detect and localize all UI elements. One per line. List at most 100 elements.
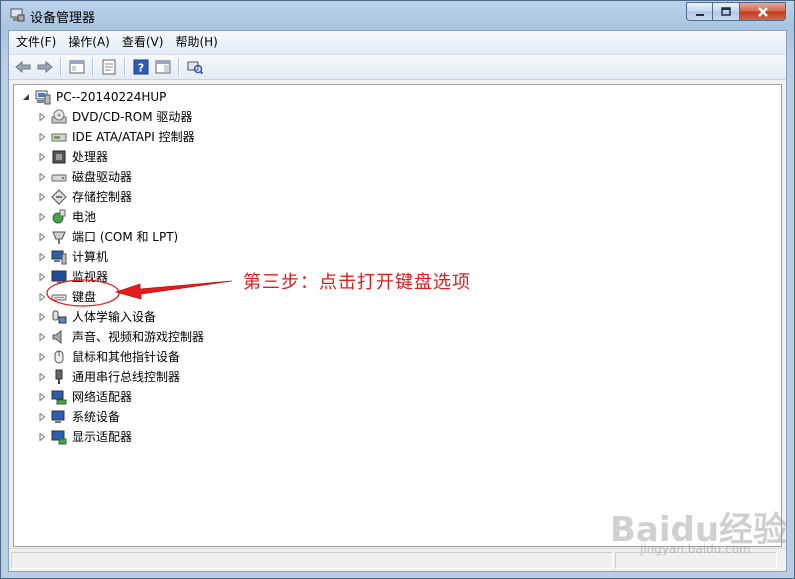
tree-item-mouse[interactable]: 鼠标和其他指针设备 bbox=[36, 348, 181, 366]
menu-file[interactable]: 文件(F) bbox=[11, 31, 61, 54]
tree-item-ide[interactable]: IDE ATA/ATAPI 控制器 bbox=[36, 128, 196, 146]
dvd-drive-icon bbox=[51, 109, 67, 125]
expand-triangle-icon[interactable] bbox=[36, 311, 48, 323]
maximize-button[interactable] bbox=[713, 2, 740, 21]
back-arrow-icon bbox=[15, 60, 31, 74]
tree-item-port[interactable]: 端口 (COM 和 LPT) bbox=[36, 228, 179, 246]
scan-hardware-button[interactable] bbox=[184, 57, 206, 77]
svg-text:?: ? bbox=[138, 62, 144, 75]
tree-item-disk[interactable]: 磁盘驱动器 bbox=[36, 168, 133, 186]
tree-item-label: 计算机 bbox=[72, 250, 109, 264]
scan-hardware-icon bbox=[187, 61, 203, 75]
tree-item-label: 鼠标和其他指针设备 bbox=[72, 350, 181, 364]
client-area: 文件(F) 操作(A) 查看(V) 帮助(H) ? PC--20140224HU… bbox=[8, 30, 787, 572]
tree-item-hid[interactable]: 人体学输入设备 bbox=[36, 308, 157, 326]
tree-item-display[interactable]: 显示适配器 bbox=[36, 428, 133, 446]
action-pane-icon bbox=[155, 60, 171, 74]
tree-item-keyboard[interactable]: 键盘 bbox=[36, 288, 97, 306]
annotation-text: 第三步：点击打开键盘选项 bbox=[243, 272, 471, 293]
show-hide-tree-button[interactable] bbox=[66, 57, 88, 77]
monitor-icon bbox=[51, 269, 67, 285]
toolbar: ? bbox=[9, 55, 786, 80]
ide-controller-icon bbox=[51, 129, 67, 145]
tree-item-storage[interactable]: 存储控制器 bbox=[36, 188, 133, 206]
action-pane-button[interactable] bbox=[152, 57, 174, 77]
port-icon bbox=[51, 229, 67, 245]
status-cell-main bbox=[11, 552, 613, 569]
tree-item-monitor[interactable]: 监视器 bbox=[36, 268, 109, 286]
expand-triangle-icon[interactable] bbox=[36, 271, 48, 283]
menu-view[interactable]: 查看(V) bbox=[117, 31, 169, 54]
expand-triangle-icon[interactable] bbox=[36, 111, 48, 123]
tree-item-battery[interactable]: 电池 bbox=[36, 208, 97, 226]
tree-item-network[interactable]: 网络适配器 bbox=[36, 388, 133, 406]
expand-triangle-icon[interactable] bbox=[36, 131, 48, 143]
expand-triangle-icon[interactable] bbox=[36, 391, 48, 403]
expand-triangle-icon[interactable] bbox=[36, 351, 48, 363]
properties-icon bbox=[102, 59, 116, 75]
tree-item-label: 监视器 bbox=[72, 270, 109, 284]
expand-triangle-icon[interactable] bbox=[36, 211, 48, 223]
keyboard-icon bbox=[51, 289, 67, 305]
expand-triangle-icon[interactable] bbox=[36, 191, 48, 203]
tree-item-label: 通用串行总线控制器 bbox=[72, 370, 181, 384]
mouse-icon bbox=[51, 349, 67, 365]
menu-action[interactable]: 操作(A) bbox=[63, 31, 115, 54]
toolbar-separator bbox=[60, 58, 62, 76]
tree-item-label: 电池 bbox=[72, 210, 97, 224]
tree-item-label: 键盘 bbox=[72, 290, 97, 304]
display-adapter-icon bbox=[51, 429, 67, 445]
tree-item-computer[interactable]: 计算机 bbox=[36, 248, 109, 266]
storage-controller-icon bbox=[51, 189, 67, 205]
forward-arrow-icon bbox=[37, 60, 53, 74]
expand-triangle-icon[interactable] bbox=[36, 431, 48, 443]
tree-item-label: 网络适配器 bbox=[72, 390, 133, 404]
tree-item-label: 端口 (COM 和 LPT) bbox=[72, 230, 179, 244]
expand-triangle-icon[interactable] bbox=[36, 371, 48, 383]
tree-root-label: PC--20140224HUP bbox=[56, 90, 167, 104]
device-tree[interactable]: PC--20140224HUP DVD/CD-ROM 驱动器 IDE ATA/A… bbox=[13, 84, 782, 547]
close-button[interactable] bbox=[740, 2, 786, 21]
tree-item-processor[interactable]: 处理器 bbox=[36, 148, 109, 166]
expand-triangle-icon[interactable] bbox=[36, 251, 48, 263]
forward-button[interactable] bbox=[34, 57, 56, 77]
battery-icon bbox=[51, 209, 67, 225]
title-bar[interactable]: 设备管理器 bbox=[1, 1, 794, 29]
tree-root[interactable]: PC--20140224HUP bbox=[20, 88, 167, 106]
tree-item-usb[interactable]: 通用串行总线控制器 bbox=[36, 368, 181, 386]
toolbar-separator bbox=[92, 58, 94, 76]
expand-triangle-icon[interactable] bbox=[36, 291, 48, 303]
tree-item-label: 声音、视频和游戏控制器 bbox=[72, 330, 205, 344]
usb-icon bbox=[51, 369, 67, 385]
minimize-button[interactable] bbox=[686, 2, 713, 21]
close-icon bbox=[757, 6, 768, 17]
device-manager-app-icon bbox=[9, 7, 25, 23]
back-button[interactable] bbox=[12, 57, 34, 77]
help-button[interactable]: ? bbox=[130, 57, 152, 77]
watermark-url: jingyan.baidu.com bbox=[640, 542, 751, 556]
expand-triangle-icon[interactable] bbox=[36, 331, 48, 343]
processor-icon bbox=[51, 149, 67, 165]
tree-item-sound[interactable]: 声音、视频和游戏控制器 bbox=[36, 328, 205, 346]
tree-item-dvd[interactable]: DVD/CD-ROM 驱动器 bbox=[36, 108, 193, 126]
maximize-icon bbox=[721, 6, 731, 16]
tree-item-system[interactable]: 系统设备 bbox=[36, 408, 121, 426]
properties-button[interactable] bbox=[98, 57, 120, 77]
tree-item-label: DVD/CD-ROM 驱动器 bbox=[72, 110, 193, 124]
tree-item-label: 显示适配器 bbox=[72, 430, 133, 444]
system-device-icon bbox=[51, 409, 67, 425]
expand-triangle-icon[interactable] bbox=[36, 171, 48, 183]
network-adapter-icon bbox=[51, 389, 67, 405]
expand-triangle-icon[interactable] bbox=[36, 231, 48, 243]
show-hide-tree-icon bbox=[69, 60, 85, 74]
menu-help[interactable]: 帮助(H) bbox=[170, 31, 222, 54]
hid-icon bbox=[51, 309, 67, 325]
expand-triangle-icon[interactable] bbox=[36, 151, 48, 163]
minimize-icon bbox=[695, 13, 704, 16]
tree-item-label: 磁盘驱动器 bbox=[72, 170, 133, 184]
help-icon: ? bbox=[133, 59, 149, 75]
tree-item-label: IDE ATA/ATAPI 控制器 bbox=[72, 130, 195, 144]
expand-triangle-icon[interactable] bbox=[36, 411, 48, 423]
tree-item-label: 人体学输入设备 bbox=[72, 310, 157, 324]
collapse-triangle-icon[interactable] bbox=[20, 91, 32, 103]
